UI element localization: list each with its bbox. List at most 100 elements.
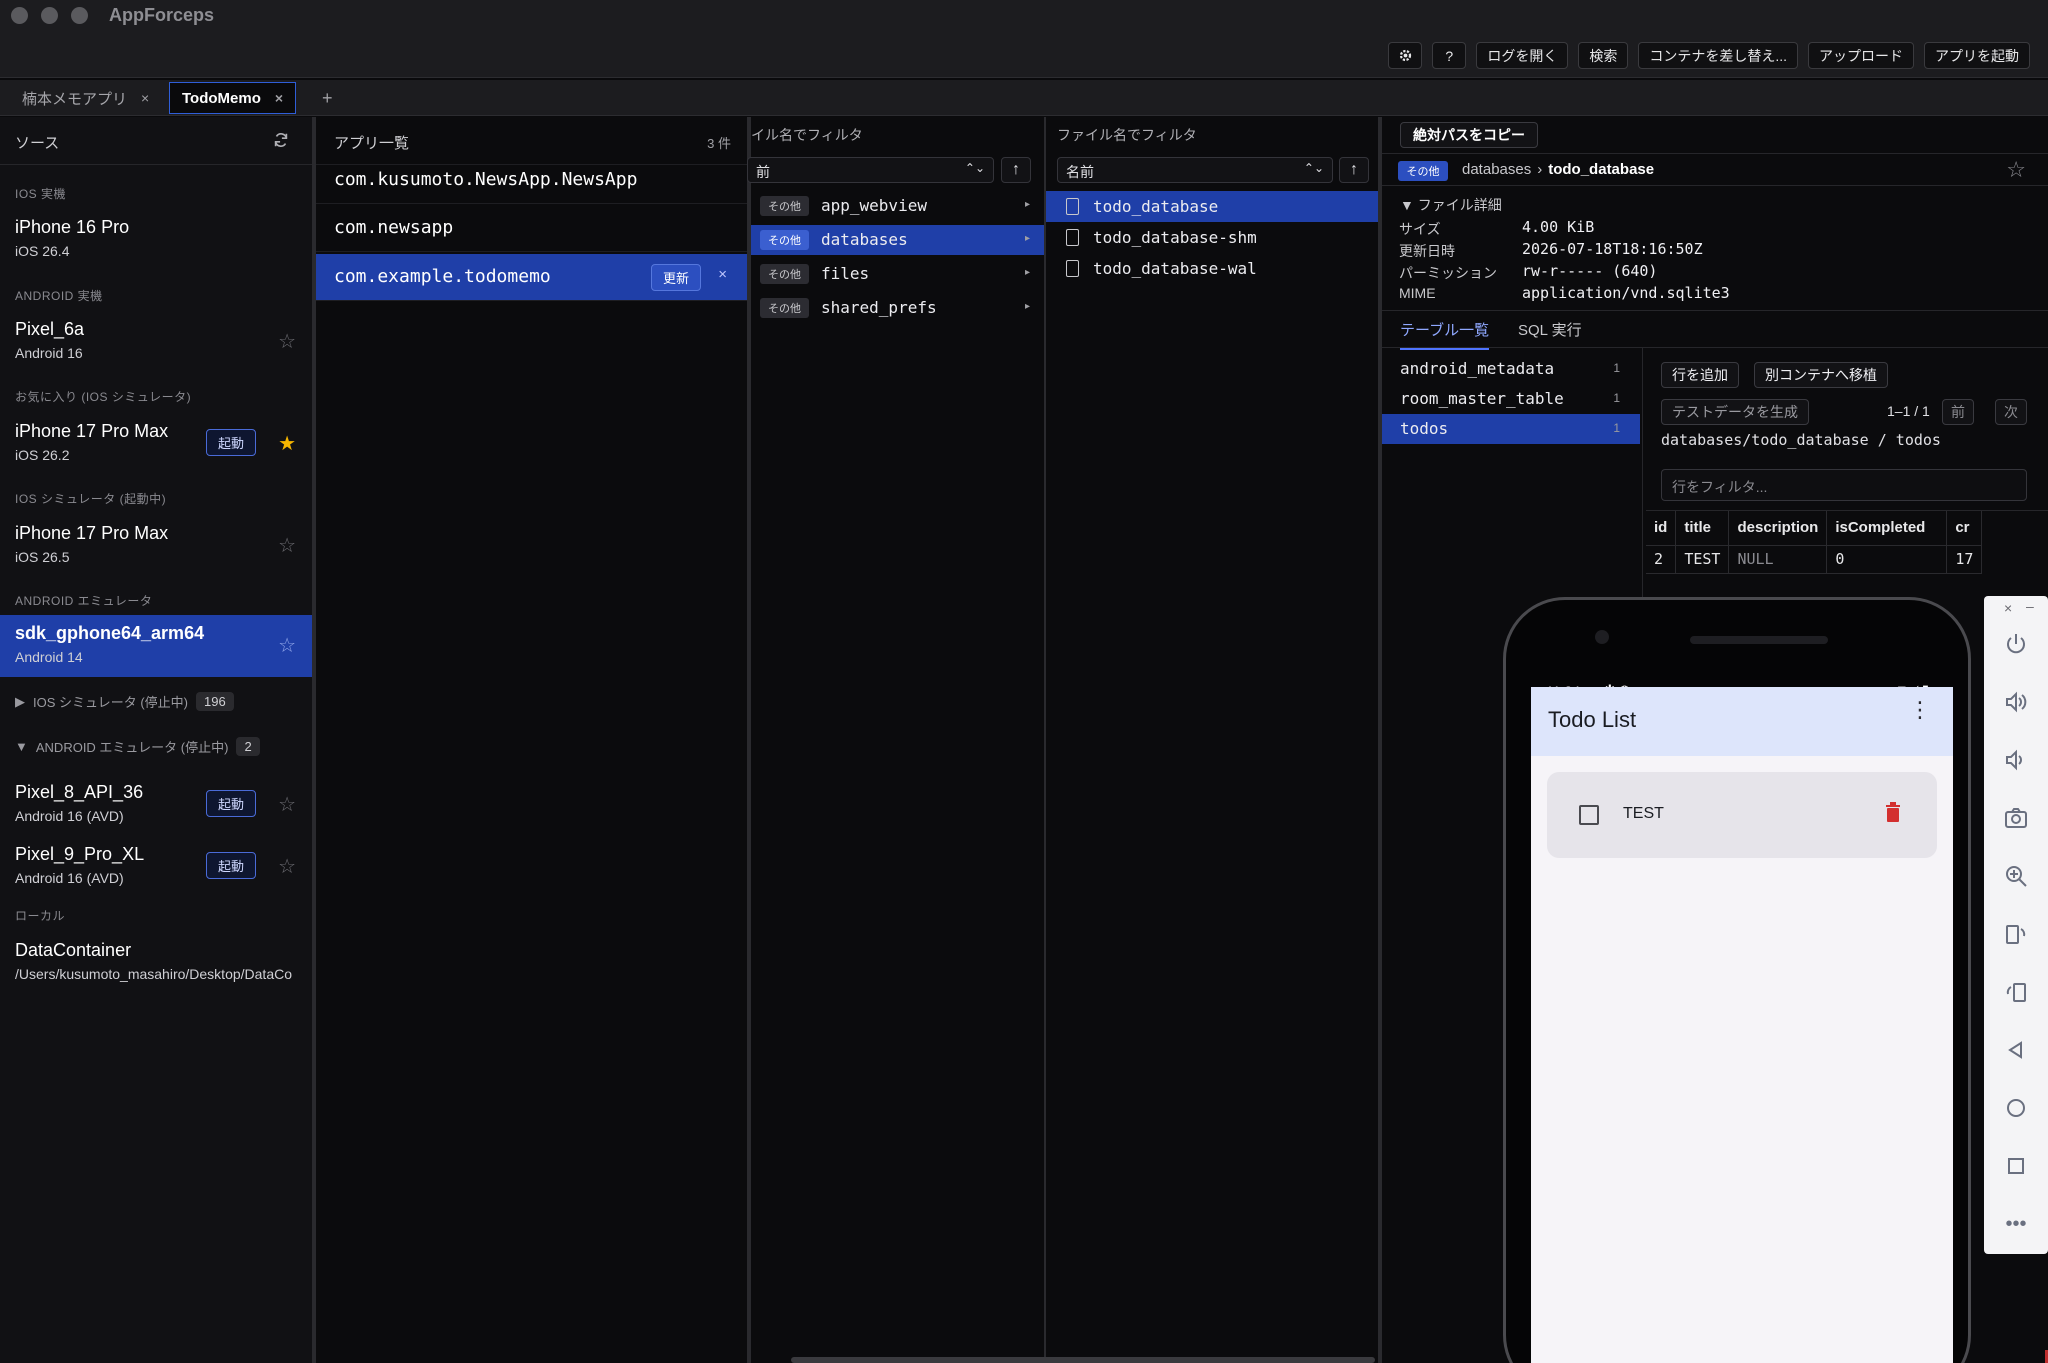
device-iphone-16-pro[interactable]: iPhone 16 Pro iOS 26.4 [0, 209, 312, 271]
file-details-toggle[interactable]: ▼ ファイル詳細 [1400, 195, 1502, 215]
app-row[interactable]: com.newsapp [316, 205, 747, 252]
todo-card[interactable]: TEST [1547, 772, 1937, 858]
file-filter-input[interactable]: ファイル名でフィルタ [1057, 125, 1197, 145]
star-icon[interactable]: ☆ [2006, 157, 2026, 183]
section-android-real: ANDROID 実機 [15, 289, 103, 303]
rotate-right-icon[interactable] [2002, 978, 2030, 1006]
column-header[interactable]: title [1675, 511, 1730, 545]
launch-button[interactable]: 起動 [206, 852, 256, 879]
star-filled-icon[interactable]: ★ [278, 431, 296, 456]
device-pixel-8-api-36[interactable]: Pixel_8_API_36 Android 16 (AVD) 起動 ☆ [0, 774, 312, 836]
dir-row-selected[interactable]: その他 databases ▸ [751, 225, 1044, 255]
dir-filter-input[interactable]: イル名でフィルタ [751, 125, 863, 145]
generate-test-data-button[interactable]: テストデータを生成 [1661, 399, 1809, 425]
update-button[interactable]: 更新 [651, 264, 701, 291]
file-sort-direction-button[interactable]: ↑ [1339, 157, 1369, 183]
column-header[interactable]: description [1728, 511, 1828, 545]
device-iphone-17-pro-max-running[interactable]: iPhone 17 Pro Max iOS 26.5 ☆ [0, 515, 312, 577]
todo-checkbox[interactable] [1579, 805, 1599, 825]
home-icon[interactable] [2002, 1094, 2030, 1122]
star-icon[interactable]: ☆ [278, 329, 296, 354]
more-horiz-icon[interactable]: ••• [2002, 1210, 2030, 1238]
copy-absolute-path-button[interactable]: 絶対パスをコピー [1400, 122, 1538, 148]
file-sort-select[interactable]: 名前 ⌃⌄ [1057, 157, 1333, 183]
more-vert-icon[interactable]: ⋮ [1909, 699, 1931, 721]
minimize-icon[interactable]: – [2026, 598, 2034, 614]
grid-cell[interactable]: NULL [1728, 545, 1828, 573]
star-icon[interactable]: ☆ [278, 533, 296, 558]
add-tab-button[interactable]: + [322, 88, 333, 109]
dir-row[interactable]: その他 shared_prefs ▸ [751, 293, 1044, 323]
dir-sort-select[interactable]: 前 ⌃⌄ [747, 157, 994, 183]
group-ios-sim-stopped[interactable]: ▶ IOS シミュレータ (停止中) 196 [15, 692, 234, 711]
prev-page-button[interactable]: 前 [1942, 399, 1974, 425]
add-row-button[interactable]: 行を追加 [1661, 362, 1739, 388]
grid-cell[interactable]: 2 [1646, 545, 1677, 573]
dir-row[interactable]: その他 files ▸ [751, 259, 1044, 289]
star-icon[interactable]: ☆ [278, 792, 296, 817]
overview-icon[interactable] [2002, 1152, 2030, 1180]
column-header[interactable]: id [1646, 511, 1677, 545]
volume-down-icon[interactable] [2002, 746, 2030, 774]
back-icon[interactable] [2002, 1036, 2030, 1064]
close-icon[interactable]: × [718, 266, 727, 283]
rotate-left-icon[interactable] [2002, 920, 2030, 948]
horizontal-scrollbar[interactable] [791, 1357, 1375, 1363]
settings-button[interactable] [1388, 42, 1423, 69]
open-log-button[interactable]: ログを開く [1476, 42, 1569, 69]
table-row[interactable]: room_master_table 1 [1382, 384, 1640, 414]
tab-table-list[interactable]: テーブル一覧 [1400, 319, 1490, 350]
file-row[interactable]: todo_database-shm [1046, 222, 1378, 253]
close-window-button[interactable] [11, 7, 28, 24]
grid-cell[interactable]: 0 [1826, 545, 1948, 573]
search-button[interactable]: 検索 [1578, 42, 1629, 69]
tab-sql-exec[interactable]: SQL 実行 [1518, 319, 1582, 340]
column-header[interactable]: cr [1946, 511, 1983, 545]
replace-container-button[interactable]: コンテナを差し替え... [1638, 42, 1798, 69]
breadcrumb-parent[interactable]: databases [1462, 161, 1531, 178]
group-android-emu-stopped[interactable]: ▼ ANDROID エミュレータ (停止中) 2 [15, 737, 260, 756]
device-data-container[interactable]: DataContainer /Users/kusumoto_masahiro/D… [0, 932, 312, 994]
device-sdk-gphone64[interactable]: sdk_gphone64_arm64 Android 14 ☆ [0, 615, 312, 677]
grid-cell[interactable]: TEST [1675, 545, 1730, 573]
tab-close-icon[interactable]: × [275, 90, 283, 106]
upload-button[interactable]: アップロード [1808, 42, 1914, 69]
power-icon[interactable] [2002, 630, 2030, 658]
row-filter-input[interactable]: 行をフィルタ... [1661, 469, 2027, 501]
zoom-in-icon[interactable] [2002, 862, 2030, 890]
star-icon[interactable]: ☆ [278, 633, 296, 658]
close-icon[interactable]: × [2004, 600, 2012, 616]
zoom-window-button[interactable] [71, 7, 88, 24]
grid-row[interactable]: 2 TEST NULL 0 17 [1646, 545, 1983, 573]
dir-row[interactable]: その他 app_webview ▸ [751, 191, 1044, 221]
toolbar: ? ログを開く 検索 コンテナを差し替え... アップロード アプリを起動 [1388, 42, 2030, 69]
device-pixel-9-pro-xl[interactable]: Pixel_9_Pro_XL Android 16 (AVD) 起動 ☆ [0, 836, 312, 898]
app-row-selected[interactable]: com.example.todomemo 更新 × [316, 254, 747, 301]
file-row-selected[interactable]: todo_database [1046, 191, 1378, 222]
launch-button[interactable]: 起動 [206, 429, 256, 456]
help-button[interactable]: ? [1432, 42, 1467, 69]
column-header[interactable]: isCompleted [1826, 511, 1948, 545]
table-row-selected[interactable]: todos 1 [1382, 414, 1640, 444]
app-screen: Todo List ⋮ TEST [1531, 687, 1953, 1363]
app-row[interactable]: com.kusumoto.NewsApp.NewsApp [316, 157, 747, 204]
trash-icon[interactable] [1885, 802, 1901, 822]
launch-app-button[interactable]: アプリを起動 [1924, 42, 2030, 69]
file-row[interactable]: todo_database-wal [1046, 253, 1378, 284]
tab-memo-app[interactable]: 楠本メモアプリ × [10, 82, 161, 114]
move-container-button[interactable]: 別コンテナへ移植 [1754, 362, 1888, 388]
volume-up-icon[interactable] [2002, 688, 2030, 716]
device-iphone-17-pro-max-fav[interactable]: iPhone 17 Pro Max iOS 26.2 起動 ★ [0, 413, 312, 475]
screenshot-camera-icon[interactable] [2002, 804, 2030, 832]
tab-close-icon[interactable]: × [141, 90, 149, 106]
dir-sort-direction-button[interactable]: ↑ [1001, 157, 1031, 183]
table-row[interactable]: android_metadata 1 [1382, 354, 1640, 384]
tab-todomemo[interactable]: TodoMemo × [169, 82, 297, 114]
grid-cell[interactable]: 17 [1946, 545, 1983, 573]
next-page-button[interactable]: 次 [1995, 399, 2027, 425]
launch-button[interactable]: 起動 [206, 790, 256, 817]
star-icon[interactable]: ☆ [278, 854, 296, 879]
refresh-icon[interactable] [272, 131, 290, 149]
minimize-window-button[interactable] [41, 7, 58, 24]
device-pixel-6a[interactable]: Pixel_6a Android 16 ☆ [0, 311, 312, 373]
